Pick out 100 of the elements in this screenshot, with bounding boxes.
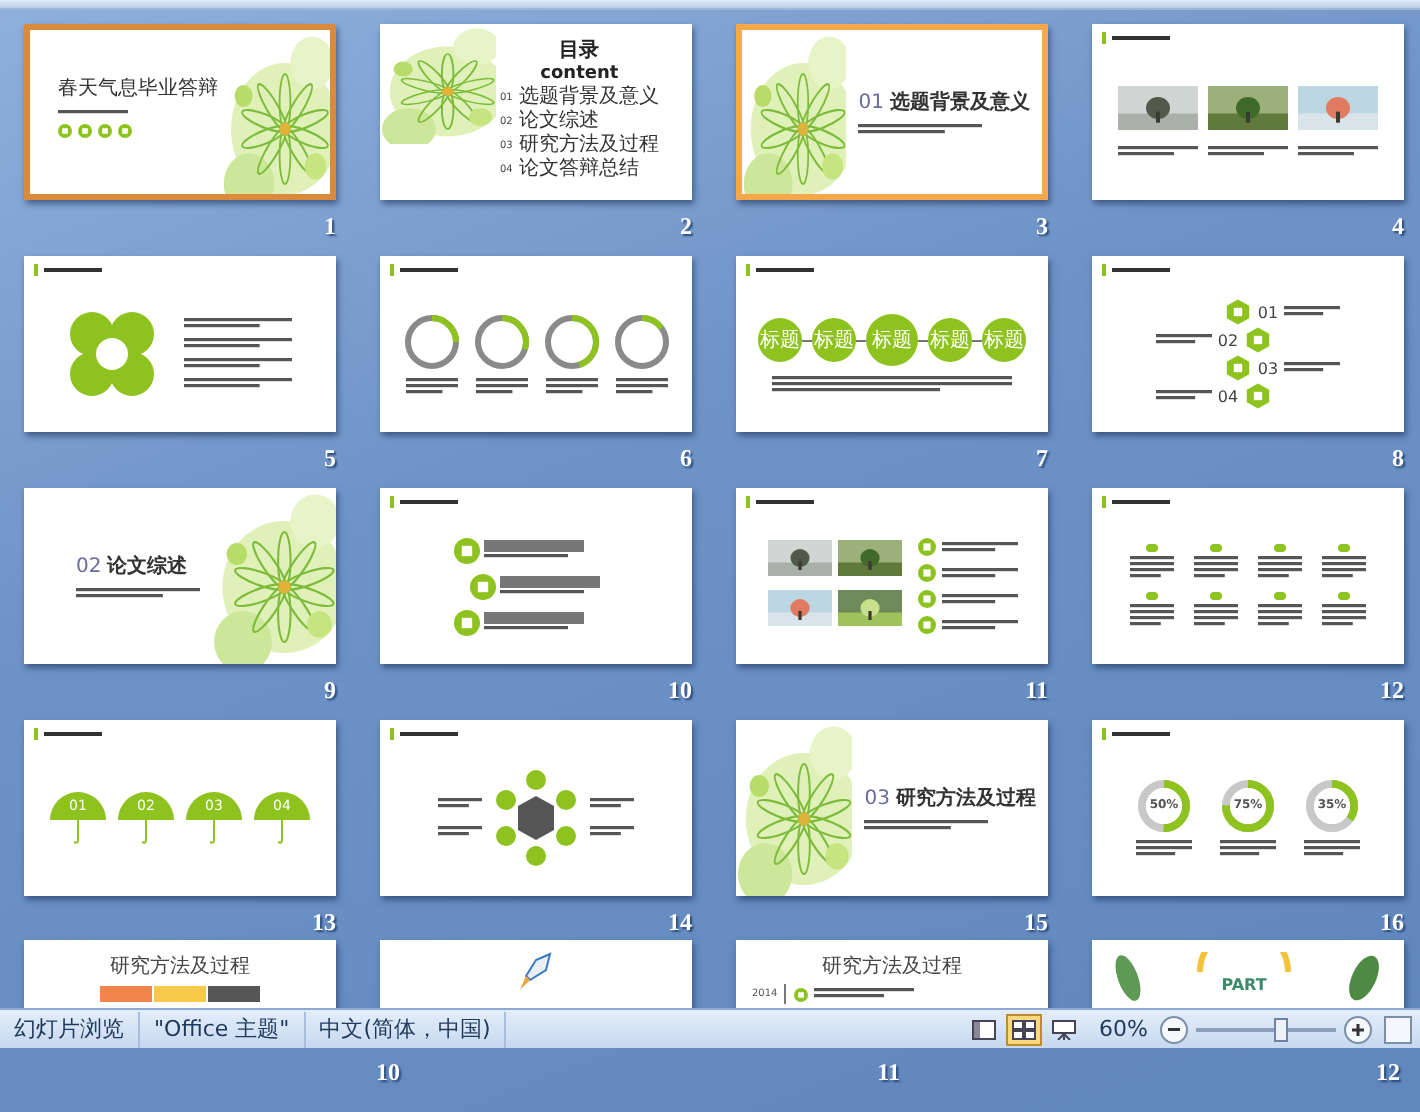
zoom-out-button[interactable] [1160,1015,1188,1043]
slide-thumbnail[interactable] [380,940,692,1008]
zoom-level: 60% [1099,1016,1148,1042]
slide-title: 研究方法及过程 [822,953,962,980]
flower-drawing [380,24,496,144]
projector-icon [1051,1019,1076,1039]
section-number: 02 [76,555,102,577]
step-number: 01 [1257,303,1279,321]
round-icon [58,124,72,138]
text-block-drawing [1220,839,1276,857]
text-block-drawing [1258,604,1302,628]
text-block-drawing [405,378,457,396]
status-text: "Office 主题" [140,1011,306,1047]
text-block-drawing [615,378,667,396]
text-block-drawing [1155,390,1212,402]
ring-drawing [611,312,671,372]
slide-thumbnail[interactable] [1092,488,1404,664]
slide-number: 11 [877,1058,900,1088]
slide-thumbnail[interactable] [380,720,692,896]
text-block-drawing [1304,839,1360,857]
section-title: 论文综述 [107,553,188,580]
section-number: 01 [858,91,884,113]
slide-number: 10 [668,676,692,708]
text-block-drawing [941,567,1017,579]
plus-icon [1352,1023,1364,1035]
axis-line-drawing [783,984,788,1004]
step-circle: 标题 [812,318,856,362]
slide-thumbnail[interactable]: 春天气息毕业答辩 [24,24,336,200]
round-icon [917,616,935,634]
round-icon [78,124,92,138]
text-block-drawing [1322,556,1366,580]
round-icon [118,124,132,138]
step-number: 04 [1217,387,1239,405]
hexagon-cycle-drawing [494,768,578,868]
rocket-icon [518,952,554,992]
slide-number: 5 [324,444,336,476]
text-block-drawing [941,541,1017,553]
step-circle: 标题 [758,318,802,362]
slide-title: 春天气息毕业答辩 [58,75,218,102]
round-icon [469,573,495,599]
slide-thumbnail[interactable]: 02 论文综述 [24,488,336,664]
text-block-drawing [1194,604,1238,628]
slide-thumbnail[interactable] [1092,24,1404,200]
slide-thumbnail[interactable]: 03 研究方法及过程 [736,720,1048,896]
section-title: 研究方法及过程 [896,784,1036,812]
slide-number: 6 [680,444,692,476]
minus-icon [1168,1027,1180,1031]
text-block-drawing [590,798,634,810]
title-bar [483,540,583,552]
leaf-icon [1338,592,1350,600]
round-icon [917,564,935,582]
text-block-drawing [864,820,989,832]
text-block-drawing [1258,556,1302,580]
fit-to-window-button[interactable] [1384,1015,1412,1043]
slide-number: 4 [1392,212,1404,244]
text-block-drawing [76,588,200,600]
step-circle: 标题 [866,314,918,366]
ring-drawing [471,312,531,372]
view-button[interactable] [1005,1013,1042,1045]
slide-title: 目录 [559,37,600,64]
ring-drawing [541,312,601,372]
slide-thumbnail[interactable] [380,256,692,432]
status-text: 幻灯片浏览 [0,1011,140,1047]
slide-header-drawing [1102,264,1170,276]
slide-number: 10 [376,1058,400,1088]
slide-thumbnail[interactable] [24,256,336,432]
text-block-drawing [1322,604,1366,628]
slide-number: 12 [1376,1058,1400,1088]
leaf-icon [1146,544,1158,552]
round-icon [917,538,935,556]
slide-thumbnail[interactable]: PART [1092,940,1404,1008]
text-block-drawing [1118,146,1198,158]
slide-thumbnail[interactable]: 01 02 03 04 [1092,256,1404,432]
zoom-in-button[interactable] [1344,1015,1372,1043]
slide-thumbnail[interactable] [736,488,1048,664]
hexagon-icon [1244,326,1273,354]
slide-header-drawing [746,264,814,276]
hexagon-icon [1223,298,1252,326]
slide-number: 14 [668,908,692,940]
section-title: 选题背景及意义 [890,88,1030,116]
slider-thumb[interactable] [1274,1017,1288,1041]
slide-header-drawing [1102,496,1170,508]
text-block-drawing [1208,146,1288,158]
slide-thumbnail[interactable]: 研究方法及过程 [24,940,336,1008]
slide-number: 7 [1036,444,1048,476]
slide-thumbnail[interactable]: 01 选题背景及意义 [736,24,1048,200]
slide-thumbnail[interactable] [380,488,692,664]
leaf-icon [1146,592,1158,600]
petal-diagram-drawing [68,310,156,398]
slide-number: 13 [312,908,336,940]
text-block-drawing [184,318,292,330]
contents-item: 研究方法及过程 [518,134,659,156]
text-block-drawing [1284,362,1341,374]
title-bar [499,576,599,588]
leaf-icon [1210,592,1222,600]
part-label: PART [1221,976,1267,994]
text-block-drawing [1284,306,1341,318]
slide-header-drawing [390,264,458,276]
ring-drawing [401,312,461,372]
slide-header-drawing [390,496,458,508]
